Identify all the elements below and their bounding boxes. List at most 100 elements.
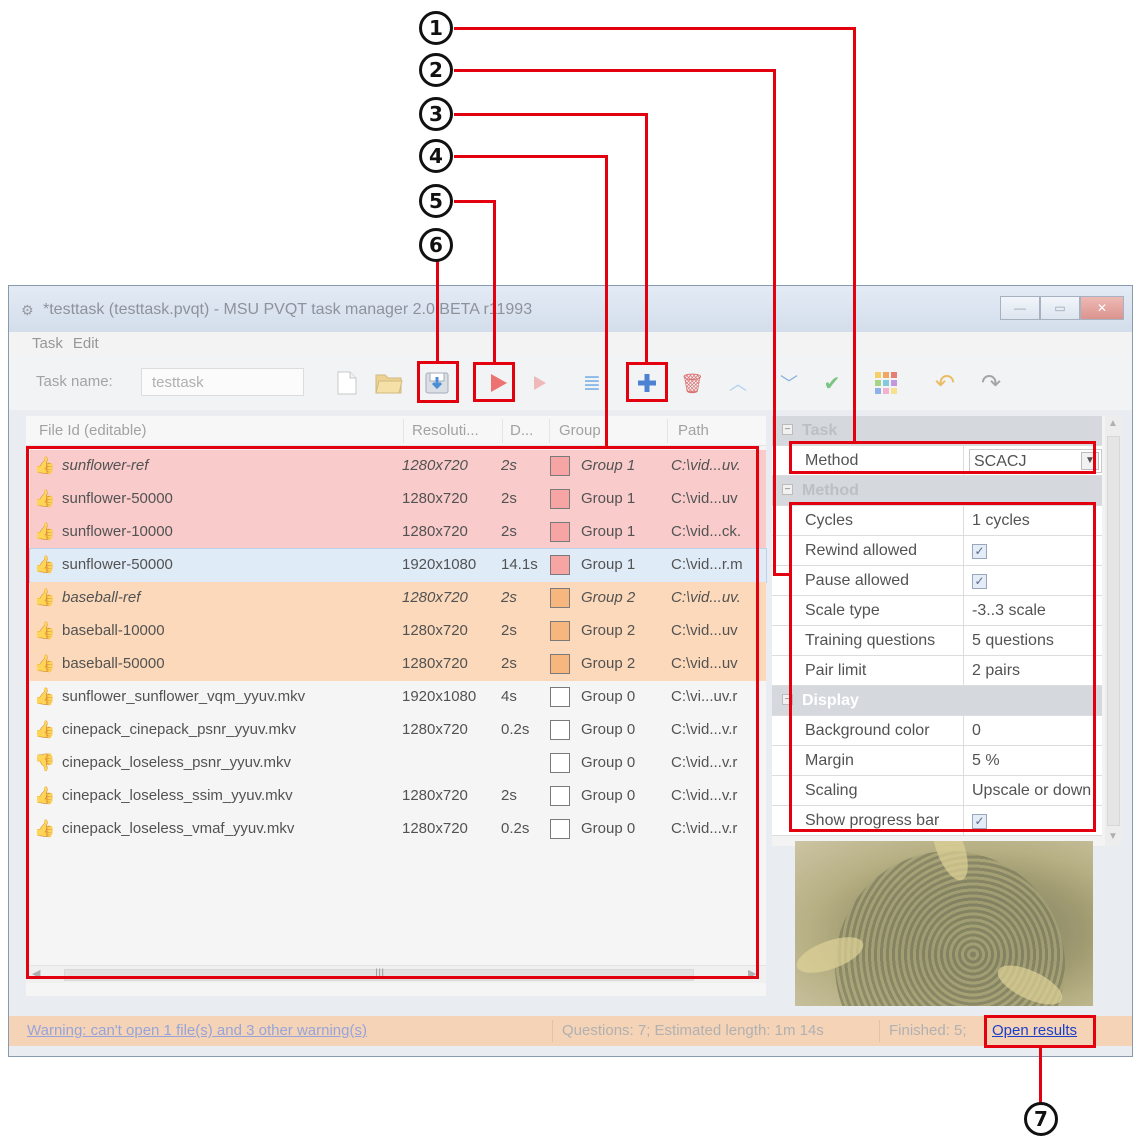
rewind-checkbox[interactable]: ✓ — [972, 544, 987, 559]
table-row[interactable]: 👍 cinepack_loseless_ssim_yyuv.mkv 1280x720… — [30, 780, 766, 813]
run-from-icon[interactable] — [524, 368, 554, 398]
margin-row[interactable]: Margin 5 % — [772, 746, 1102, 776]
vertical-scroll-thumb[interactable] — [1107, 436, 1120, 826]
open-results-link[interactable]: Open results — [992, 1022, 1077, 1039]
cycles-label: Cycles — [805, 512, 854, 529]
title-bar[interactable]: ⚙ *testtask (testtask.pvqt) - MSU PVQT t… — [9, 286, 1132, 332]
collapse-icon[interactable]: − — [782, 424, 793, 435]
pair-limit-row[interactable]: Pair limit 2 pairs — [772, 656, 1102, 686]
table-row[interactable]: 👍 baseball-10000 1280x720 2s Group 2 C:\vid..… — [30, 615, 766, 648]
table-row[interactable]: 👍 sunflower_sunflower_vqm_yyuv.mkv 1920x10… — [30, 681, 766, 714]
cycles-value[interactable]: 1 cycles — [972, 512, 1107, 530]
pair-limit-value[interactable]: 2 pairs — [972, 662, 1107, 680]
file-id-cell[interactable]: baseball-10000 — [62, 622, 165, 639]
group-color-swatch[interactable] — [550, 489, 570, 509]
file-id-cell[interactable]: sunflower-10000 — [62, 523, 173, 540]
file-id-cell[interactable]: baseball-ref — [62, 589, 140, 606]
table-row[interactable]: 👍 sunflower-ref 1280x720 2s Group 1 C:\vid...… — [30, 450, 766, 483]
table-row[interactable]: 👍 sunflower-50000 1920x1080 14.1s Group 1 C:\… — [29, 548, 767, 583]
new-file-icon[interactable] — [332, 368, 362, 398]
group-color-swatch[interactable] — [550, 588, 570, 608]
scale-type-value[interactable]: -3..3 scale — [972, 602, 1107, 620]
file-id-cell[interactable]: sunflower_sunflower_vqm_yyuv.mkv — [62, 688, 305, 705]
properties-scrollbar[interactable]: ▲ ▼ — [1105, 416, 1122, 846]
color-grid-icon[interactable] — [871, 368, 901, 398]
method-select[interactable]: SCACJ ▼ — [969, 449, 1102, 473]
open-folder-icon[interactable] — [374, 368, 404, 398]
column-resolution[interactable]: Resoluti... — [412, 422, 479, 439]
scroll-down-icon[interactable]: ▼ — [1108, 831, 1118, 842]
group-color-swatch[interactable] — [550, 819, 570, 839]
training-row[interactable]: Training questions 5 questions — [772, 626, 1102, 656]
table-row[interactable]: 👍 cinepack_cinepack_psnr_yyuv.mkv 1280x720… — [30, 714, 766, 747]
group-color-swatch[interactable] — [550, 687, 570, 707]
check-icon[interactable]: ✔ — [817, 368, 847, 398]
group-color-swatch[interactable] — [550, 456, 570, 476]
run-icon[interactable] — [483, 368, 513, 398]
scaling-row[interactable]: Scaling Upscale or down — [772, 776, 1102, 806]
column-path[interactable]: Path — [678, 422, 709, 439]
scale-type-row[interactable]: Scale type -3..3 scale — [772, 596, 1102, 626]
menu-edit[interactable]: Edit — [73, 332, 109, 356]
table-row[interactable]: 👎 cinepack_loseless_psnr_yyuv.mkv Group 0 C… — [30, 747, 766, 780]
horizontal-scroll-thumb[interactable]: III — [64, 967, 694, 981]
delete-icon[interactable]: 🗑 — [677, 368, 707, 398]
group-color-swatch[interactable] — [550, 522, 570, 542]
cycles-row[interactable]: Cycles 1 cycles — [772, 506, 1102, 536]
file-id-cell[interactable]: cinepack_loseless_ssim_yyuv.mkv — [62, 787, 293, 804]
dropdown-arrow-icon[interactable]: ▼ — [1081, 452, 1099, 470]
group-color-swatch[interactable] — [550, 654, 570, 674]
close-button[interactable]: ✕ — [1080, 296, 1124, 320]
column-file-id[interactable]: File Id (editable) — [39, 422, 147, 439]
group-color-swatch[interactable] — [550, 621, 570, 641]
pause-checkbox[interactable]: ✓ — [972, 574, 987, 589]
background-color-row[interactable]: Background color 0 — [772, 716, 1102, 746]
scroll-left-icon[interactable]: ◀ — [32, 967, 40, 980]
file-id-cell[interactable]: cinepack_cinepack_psnr_yyuv.mkv — [62, 721, 296, 738]
column-group[interactable]: Group — [559, 422, 601, 439]
undo-icon[interactable]: ↶ — [930, 368, 960, 398]
add-icon[interactable] — [632, 368, 662, 398]
table-row[interactable]: 👍 sunflower-10000 1280x720 2s Group 1 C:\vid.… — [30, 516, 766, 549]
group-cell: Group 1 — [581, 457, 636, 474]
file-id-cell[interactable]: baseball-50000 — [62, 655, 165, 672]
warning-link[interactable]: Warning: can't open 1 file(s) and 3 othe… — [27, 1022, 367, 1039]
table-row[interactable]: 👍 baseball-ref 1280x720 2s Group 2 C:\vid...u… — [30, 582, 766, 615]
training-value[interactable]: 5 questions — [972, 632, 1107, 650]
save-icon[interactable] — [422, 368, 452, 398]
list-icon[interactable]: ≣ — [577, 368, 607, 398]
redo-icon[interactable]: ↷ — [976, 368, 1006, 398]
scroll-right-icon[interactable]: ▶ — [748, 967, 756, 980]
move-down-icon[interactable]: ﹀ — [774, 368, 804, 398]
menu-task[interactable]: Task — [9, 332, 73, 356]
move-up-icon[interactable]: ︿ — [723, 368, 753, 398]
group-color-swatch[interactable] — [550, 753, 570, 773]
file-id-cell[interactable]: sunflower-ref — [62, 457, 148, 474]
category-task[interactable]: − Task — [772, 416, 1102, 446]
table-row[interactable]: 👍 sunflower-50000 1280x720 2s Group 1 C:\vid.… — [30, 483, 766, 516]
group-color-swatch[interactable] — [550, 786, 570, 806]
category-label: Display — [802, 692, 859, 709]
file-id-cell[interactable]: sunflower-50000 — [62, 490, 173, 507]
margin-value[interactable]: 5 % — [972, 752, 1107, 770]
progress-bar-checkbox[interactable]: ✓ — [972, 814, 987, 829]
group-color-swatch[interactable] — [550, 555, 570, 575]
scaling-value[interactable]: Upscale or down — [972, 782, 1107, 800]
category-display[interactable]: − Display — [772, 686, 1102, 716]
file-id-cell[interactable]: cinepack_loseless_psnr_yyuv.mkv — [62, 754, 291, 771]
column-duration[interactable]: D... — [510, 422, 533, 439]
table-row[interactable]: 👍 cinepack_loseless_vmaf_yyuv.mkv 1280x720… — [30, 813, 766, 846]
minimize-button[interactable]: — — [1000, 296, 1040, 320]
background-color-value[interactable]: 0 — [972, 722, 1107, 740]
maximize-button[interactable]: ▭ — [1040, 296, 1080, 320]
collapse-icon[interactable]: − — [782, 694, 793, 705]
table-row[interactable]: 👍 baseball-50000 1280x720 2s Group 2 C:\vid..… — [30, 648, 766, 681]
task-name-input[interactable] — [141, 368, 304, 396]
horizontal-scrollbar[interactable]: ◀ III ▶ — [26, 965, 766, 983]
group-color-swatch[interactable] — [550, 720, 570, 740]
scroll-up-icon[interactable]: ▲ — [1108, 418, 1118, 429]
file-id-cell[interactable]: cinepack_loseless_vmaf_yyuv.mkv — [62, 820, 294, 837]
collapse-icon[interactable]: − — [782, 484, 793, 495]
category-method[interactable]: − Method — [772, 476, 1102, 506]
file-id-cell[interactable]: sunflower-50000 — [62, 556, 173, 573]
